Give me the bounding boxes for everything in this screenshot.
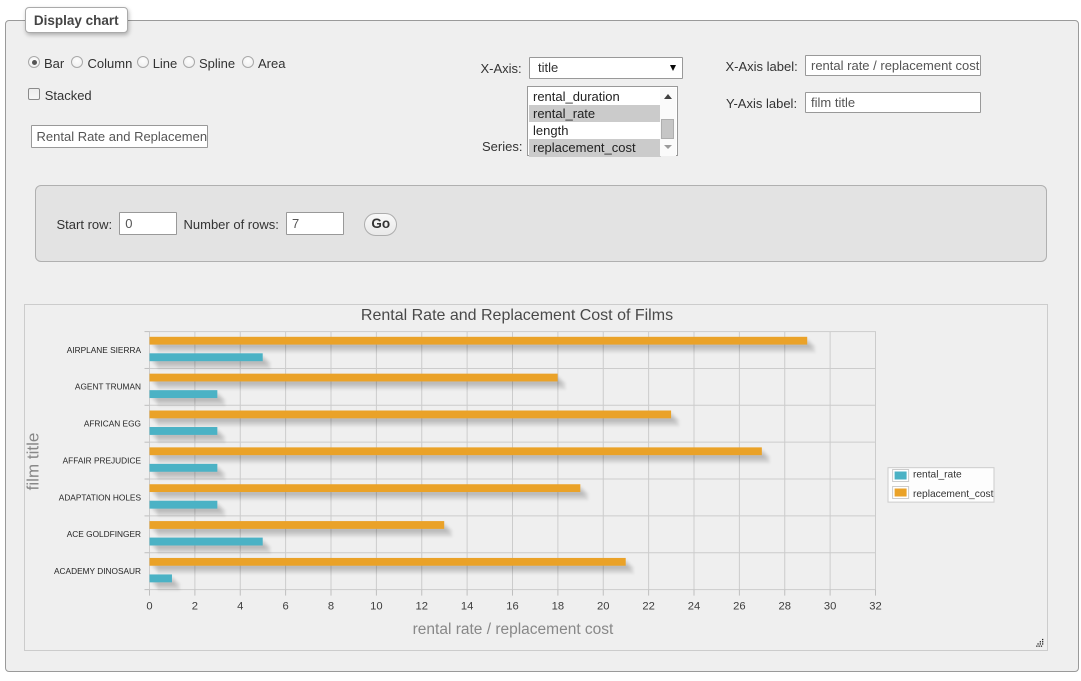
svg-text:ACE GOLDFINGER: ACE GOLDFINGER <box>67 529 141 539</box>
svg-text:20: 20 <box>597 601 609 613</box>
svg-text:AFFAIR PREJUDICE: AFFAIR PREJUDICE <box>63 455 142 465</box>
svg-text:14: 14 <box>461 601 473 613</box>
svg-text:2: 2 <box>192 601 198 613</box>
svg-text:16: 16 <box>506 601 518 613</box>
svg-text:18: 18 <box>552 601 564 613</box>
svg-text:24: 24 <box>688 601 700 613</box>
svg-text:film title: film title <box>24 433 43 491</box>
svg-text:28: 28 <box>779 601 791 613</box>
svg-text:AIRPLANE SIERRA: AIRPLANE SIERRA <box>67 345 142 355</box>
svg-text:AFRICAN EGG: AFRICAN EGG <box>84 419 141 429</box>
svg-text:22: 22 <box>642 601 654 613</box>
svg-text:6: 6 <box>283 601 289 613</box>
svg-text:12: 12 <box>416 601 428 613</box>
svg-text:ADAPTATION HOLES: ADAPTATION HOLES <box>59 492 142 502</box>
svg-text:32: 32 <box>869 601 881 613</box>
svg-text:AGENT TRUMAN: AGENT TRUMAN <box>75 382 141 392</box>
svg-text:Rental Rate and Replacement Co: Rental Rate and Replacement Cost of Film… <box>361 307 673 324</box>
svg-text:26: 26 <box>733 601 745 613</box>
svg-text:ACADEMY DINOSAUR: ACADEMY DINOSAUR <box>54 566 141 576</box>
svg-text:rental_rate: rental_rate <box>913 470 962 481</box>
svg-text:rental rate / replacement cost: rental rate / replacement cost <box>413 621 614 638</box>
svg-text:10: 10 <box>370 601 382 613</box>
svg-text:0: 0 <box>146 601 152 613</box>
svg-text:4: 4 <box>237 601 243 613</box>
svg-text:30: 30 <box>824 601 836 613</box>
svg-text:8: 8 <box>328 601 334 613</box>
svg-text:replacement_cost: replacement_cost <box>913 489 994 500</box>
